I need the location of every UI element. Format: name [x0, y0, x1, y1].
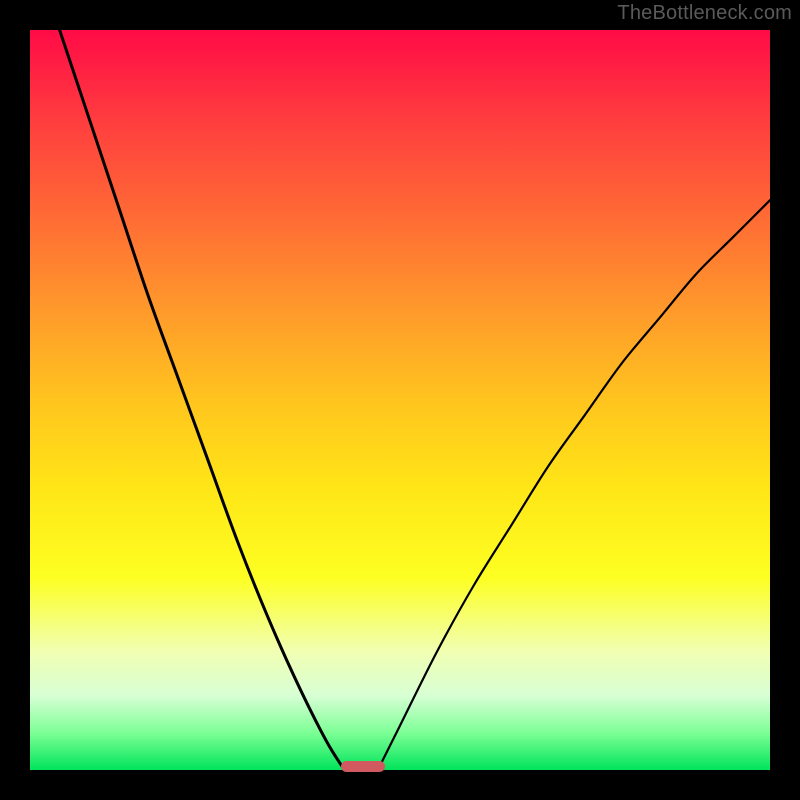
watermark: TheBottleneck.com	[617, 2, 792, 25]
gradient-plot-area	[30, 30, 770, 770]
chart-container: TheBottleneck.com	[0, 0, 800, 800]
